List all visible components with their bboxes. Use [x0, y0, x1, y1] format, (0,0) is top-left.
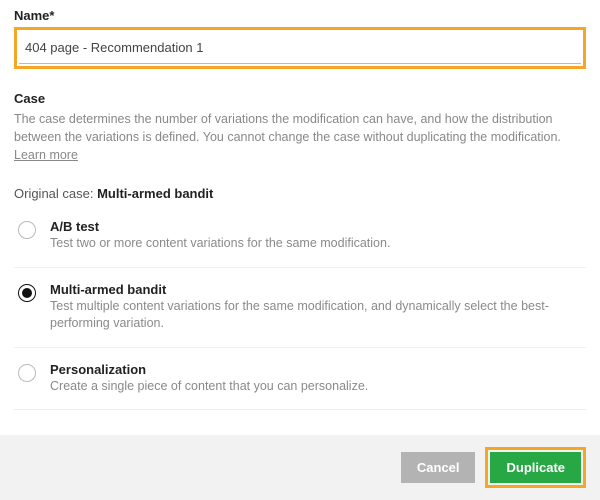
option-title: Multi-armed bandit — [50, 282, 582, 297]
name-input[interactable] — [19, 32, 581, 64]
case-options: A/B test Test two or more content variat… — [14, 211, 586, 410]
cancel-button[interactable]: Cancel — [401, 452, 476, 483]
option-title: A/B test — [50, 219, 582, 234]
dialog-footer: Cancel Duplicate — [0, 435, 600, 500]
option-personalization[interactable]: Personalization Create a single piece of… — [14, 348, 586, 411]
radio-multi-armed-bandit[interactable] — [18, 284, 36, 302]
original-case-value: Multi-armed bandit — [97, 186, 213, 201]
duplicate-button[interactable]: Duplicate — [490, 452, 581, 483]
duplicate-highlight: Duplicate — [485, 447, 586, 488]
case-description: The case determines the number of variat… — [14, 110, 586, 164]
option-title: Personalization — [50, 362, 582, 377]
original-case: Original case: Multi-armed bandit — [14, 186, 586, 201]
radio-personalization[interactable] — [18, 364, 36, 382]
option-multi-armed-bandit[interactable]: Multi-armed bandit Test multiple content… — [14, 268, 586, 348]
case-description-text: The case determines the number of variat… — [14, 112, 561, 144]
learn-more-link[interactable]: Learn more — [14, 148, 78, 162]
option-desc: Create a single piece of content that yo… — [50, 378, 582, 396]
option-desc: Test two or more content variations for … — [50, 235, 582, 253]
option-desc: Test multiple content variations for the… — [50, 298, 582, 333]
original-case-prefix: Original case: — [14, 186, 97, 201]
name-highlight — [14, 27, 586, 69]
option-ab-test[interactable]: A/B test Test two or more content variat… — [14, 211, 586, 268]
name-label: Name* — [14, 8, 586, 23]
case-title: Case — [14, 91, 586, 106]
radio-ab-test[interactable] — [18, 221, 36, 239]
